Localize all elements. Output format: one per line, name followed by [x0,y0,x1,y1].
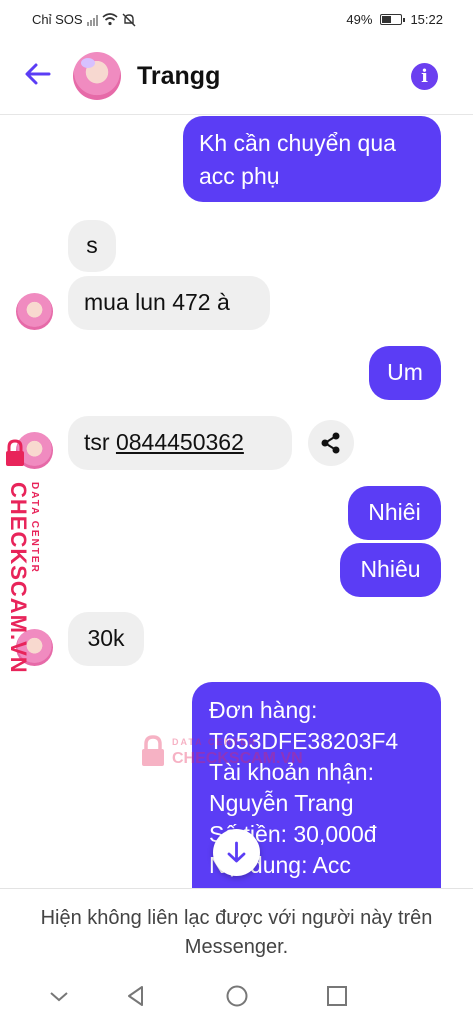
watermark-center-sub: DATA CENTER [172,737,257,747]
message-bubble[interactable]: tsr 0844450362 [68,416,292,470]
carrier-label: Chỉ SOS [32,12,83,27]
chevron-down-icon[interactable] [45,982,73,1010]
scroll-to-bottom-button[interactable] [213,829,260,876]
message-text: tsr [84,429,116,455]
message-bubble[interactable]: Um [369,346,441,400]
status-right: 49% 15:22 [346,12,443,27]
info-icon[interactable]: i [411,63,438,90]
watermark-center-main: CHECKSCAM.VN [172,750,303,767]
message-text: 30k [87,625,125,651]
back-triangle-icon[interactable] [122,982,150,1010]
status-left: Chỉ SOS [32,12,136,27]
message-bubble[interactable]: mua lun 472 à [68,276,270,330]
message-bubble[interactable]: 30k [68,612,144,666]
message-bubble[interactable]: Nhiêi [348,486,441,540]
message-bubble[interactable]: Kh cần chuyển qua acc phụ [183,116,441,202]
message-text: Nhiêi [368,499,421,525]
signal-icon [86,14,98,26]
message-text: Kh cần chuyển qua acc phụ [199,130,396,189]
message-bubble[interactable]: Đơn hàng: T653DFE38203F4 Tài khoản nhận:… [192,682,441,912]
contact-avatar[interactable] [73,52,121,100]
system-nav-bar [0,968,473,1024]
lock-icon [6,439,24,466]
message-text: s [86,232,98,258]
arrow-down-icon [227,841,246,863]
recents-square-icon[interactable] [323,982,351,1010]
wifi-icon [102,13,118,26]
message-line: Nguyễn Trang [209,790,354,816]
back-arrow-icon[interactable] [22,58,54,90]
share-button[interactable] [308,420,354,466]
home-circle-icon[interactable] [223,982,251,1010]
status-bar: Chỉ SOS 49% 15:22 [0,0,473,38]
message-text: mua lun 472 à [84,289,230,315]
message-bubble[interactable]: s [68,220,116,272]
unavailable-notice: Hiện không liên lạc được với người này t… [40,907,433,958]
sender-avatar[interactable] [16,293,53,330]
contact-name[interactable]: Trangg [137,62,220,91]
watermark-main: CHECKSCAM.VN [6,482,31,674]
message-bubble[interactable]: Nhiêu [340,543,441,597]
battery-icon [380,14,406,25]
battery-percent: 49% [346,12,373,27]
watermark-center: DATA CENTER CHECKSCAM.VN [140,734,303,774]
phone-link[interactable]: 0844450362 [116,429,244,455]
unavailable-notice-bar: Hiện không liên lạc được với người này t… [0,888,473,969]
message-text: Nhiêu [360,556,421,582]
watermark-sub: DATA CENTER [29,482,40,574]
chat-header: Trangg i [0,38,473,115]
share-icon [321,432,340,454]
message-line: Đơn hàng: [209,697,318,723]
message-text: Um [387,359,423,385]
mute-bell-icon [122,13,136,26]
clock: 15:22 [410,12,443,27]
lock-icon [142,735,164,766]
